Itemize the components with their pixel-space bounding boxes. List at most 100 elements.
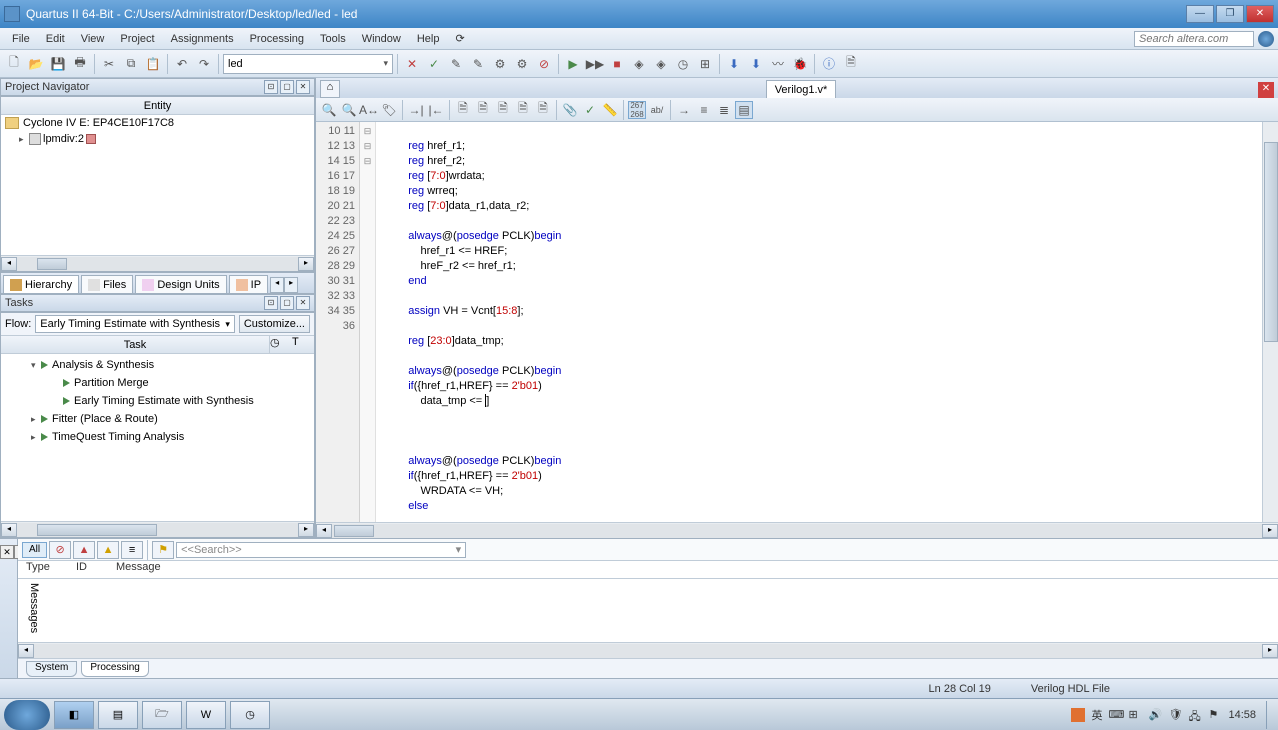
device-row[interactable]: Cyclone IV E: EP4CE10F17C8	[1, 115, 314, 131]
play-icon[interactable]: ▶	[563, 54, 583, 74]
nav-pin-icon[interactable]: ⊡	[264, 80, 278, 94]
menu-tools[interactable]: Tools	[312, 31, 354, 47]
task-analysis-synthesis[interactable]: ▾Analysis & Synthesis	[1, 356, 314, 374]
filter-info-icon[interactable]: ≡	[121, 541, 143, 559]
redo-icon[interactable]: ↷	[194, 54, 214, 74]
tray-icon1[interactable]	[1071, 708, 1085, 722]
taskbar-app1[interactable]: ◧	[54, 701, 94, 729]
search-input[interactable]	[1134, 31, 1254, 47]
menu-file[interactable]: File	[4, 31, 38, 47]
home-tab[interactable]: ⌂	[320, 80, 340, 98]
show-desktop[interactable]	[1266, 701, 1274, 729]
editor-vscroll[interactable]	[1262, 122, 1278, 522]
nav-hscroll[interactable]: ◂ ▸	[1, 255, 314, 271]
file-tab[interactable]: Verilog1.v*	[766, 80, 837, 98]
tray-network-icon[interactable]: 🖧	[1188, 708, 1202, 722]
tasks-pin-icon[interactable]: ⊡	[264, 296, 278, 310]
ed-arrow-icon[interactable]: →	[675, 101, 693, 119]
code-editor[interactable]: reg href_r1; reg href_r2; reg [7:0]wrdat…	[376, 122, 1278, 522]
scroll-thumb[interactable]	[334, 525, 374, 537]
copy-icon[interactable]: ⧉	[121, 54, 141, 74]
ed-layout3-icon[interactable]: ▤	[735, 101, 753, 119]
paste-icon[interactable]: 📋	[143, 54, 163, 74]
ed-268-icon[interactable]: 267268	[628, 101, 646, 119]
task-col[interactable]: Task	[1, 336, 270, 353]
task-col2[interactable]: ◷	[270, 336, 292, 353]
tray-ime[interactable]: 英	[1091, 707, 1102, 723]
check-icon[interactable]: ✓	[424, 54, 444, 74]
wand-icon[interactable]: ✎	[446, 54, 466, 74]
filter-critical-icon[interactable]: ▲	[73, 541, 95, 559]
tab-ip[interactable]: IP	[229, 275, 268, 293]
ed-ruler-icon[interactable]: 📏	[601, 101, 619, 119]
tray-volume-icon[interactable]: 🔊	[1148, 708, 1162, 722]
ed-find2-icon[interactable]: 🔍	[340, 101, 358, 119]
entity-column-header[interactable]: Entity	[1, 97, 314, 115]
msg-hscroll[interactable]: ◂▸	[18, 642, 1278, 658]
ed-doc5-icon[interactable]: 🗎	[534, 101, 552, 119]
tray-flag-icon[interactable]: ⚑	[1208, 708, 1222, 722]
tray-icon3[interactable]: ⊞	[1128, 708, 1142, 722]
run-icon[interactable]: ▶▶	[585, 54, 605, 74]
tasks-hscroll[interactable]: ◂ ▸	[1, 521, 314, 537]
tab-design-units[interactable]: Design Units	[135, 275, 226, 293]
scroll-right-icon[interactable]: ▸	[298, 523, 314, 537]
tab-hierarchy[interactable]: Hierarchy	[3, 275, 79, 293]
ed-ab-icon[interactable]: ab/	[648, 101, 666, 119]
project-selector[interactable]: led	[223, 54, 393, 74]
message-search[interactable]: <<Search>>	[176, 542, 466, 558]
minimize-button[interactable]: —	[1186, 5, 1214, 23]
expand-icon[interactable]: ▸	[19, 134, 29, 145]
start-button[interactable]	[4, 700, 50, 730]
col-message[interactable]: Message	[116, 561, 161, 578]
close-tab-icon[interactable]: ✕	[1258, 82, 1274, 98]
download-icon[interactable]: ⬇	[724, 54, 744, 74]
tray-shield-icon[interactable]: 🛡	[1168, 708, 1182, 722]
col-type[interactable]: Type	[26, 561, 76, 578]
scroll-thumb[interactable]	[37, 258, 67, 270]
fold-gutter[interactable]: ⊟ ⊟ ⊟	[360, 122, 376, 522]
cut-icon[interactable]: ✂	[99, 54, 119, 74]
ed-layout1-icon[interactable]: ≡	[695, 101, 713, 119]
ed-doc2-icon[interactable]: 🗎	[474, 101, 492, 119]
ed-indent-icon[interactable]: →|	[407, 101, 425, 119]
taskbar-app3[interactable]: 🗁	[142, 701, 182, 729]
flow-selector[interactable]: Early Timing Estimate with Synthesis	[35, 315, 235, 333]
maximize-button[interactable]: ❐	[1216, 5, 1244, 23]
task-fitter[interactable]: ▸Fitter (Place & Route)	[1, 410, 314, 428]
task-partition-merge[interactable]: Partition Merge	[1, 374, 314, 392]
task-timequest[interactable]: ▸TimeQuest Timing Analysis	[1, 428, 314, 446]
open-icon[interactable]: 📂	[26, 54, 46, 74]
filter-warning-icon[interactable]: ▲	[97, 541, 119, 559]
filter-error-icon[interactable]: ⊘	[49, 541, 71, 559]
tab-files[interactable]: Files	[81, 275, 133, 293]
instance-row[interactable]: ▸ lpmdiv:2	[1, 131, 314, 147]
doc-icon[interactable]: 🗎	[841, 54, 861, 74]
undo-icon[interactable]: ↶	[172, 54, 192, 74]
task-early-timing[interactable]: Early Timing Estimate with Synthesis	[1, 392, 314, 410]
tab-processing[interactable]: Processing	[81, 661, 148, 677]
ed-layout2-icon[interactable]: ≣	[715, 101, 733, 119]
bug-icon[interactable]: 🐞	[790, 54, 810, 74]
ed-check-icon[interactable]: ✓	[581, 101, 599, 119]
scroll-right-icon[interactable]: ▸	[298, 257, 314, 271]
menu-edit[interactable]: Edit	[38, 31, 73, 47]
scroll-left-icon[interactable]: ◂	[1, 523, 17, 537]
ed-doc3-icon[interactable]: 🗎	[494, 101, 512, 119]
save-icon[interactable]: 💾	[48, 54, 68, 74]
col-id[interactable]: ID	[76, 561, 116, 578]
ed-find-icon[interactable]: 🔍	[320, 101, 338, 119]
print-icon[interactable]: 🖶	[70, 54, 90, 74]
ed-doc4-icon[interactable]: 🗎	[514, 101, 532, 119]
globe-icon[interactable]	[1258, 31, 1274, 47]
nav-close-icon[interactable]: ✕	[296, 80, 310, 94]
wand2-icon[interactable]: ✎	[468, 54, 488, 74]
info-icon[interactable]: ⓘ	[819, 54, 839, 74]
menu-window[interactable]: Window	[354, 31, 409, 47]
menu-extra-icon[interactable]: ⟳	[447, 30, 472, 47]
scroll-right-icon[interactable]: ▸	[1262, 524, 1278, 538]
close-button[interactable]: ✕	[1246, 5, 1274, 23]
chip-icon[interactable]: ◈	[629, 54, 649, 74]
taskbar-app4[interactable]: W	[186, 701, 226, 729]
chip2-icon[interactable]: ◈	[651, 54, 671, 74]
